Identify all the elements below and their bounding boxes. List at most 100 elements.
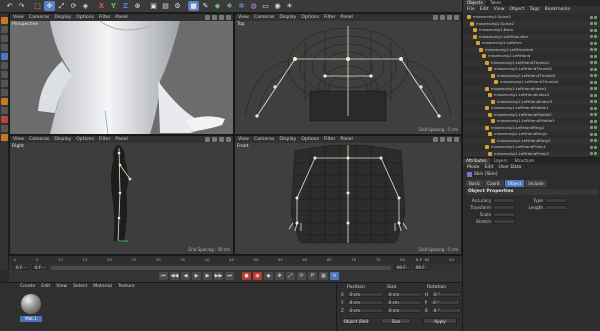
visibility-flags[interactable]: [590, 119, 597, 123]
position-field[interactable]: 0 cm: [346, 300, 383, 305]
pan-icon[interactable]: [433, 137, 438, 142]
tab-layers[interactable]: Layers: [491, 158, 511, 164]
menu-panel[interactable]: Panel: [340, 137, 352, 142]
orbit-icon[interactable]: [219, 15, 224, 20]
visibility-flags[interactable]: [590, 15, 597, 19]
render-view-icon[interactable]: ▤: [160, 1, 171, 11]
menu-panel[interactable]: Panel: [115, 15, 127, 20]
menu-display[interactable]: Display: [279, 137, 296, 142]
select-icon[interactable]: ⬚: [32, 1, 43, 11]
z-axis-icon[interactable]: Z: [120, 1, 131, 11]
maximize-icon[interactable]: [454, 15, 459, 20]
property-value-field[interactable]: [545, 205, 567, 210]
menu-create[interactable]: Create: [20, 284, 35, 289]
orbit-icon[interactable]: [447, 137, 452, 142]
play-icon[interactable]: ▶: [192, 272, 201, 280]
subdivision-icon[interactable]: ◆: [212, 1, 223, 11]
camera-icon[interactable]: ◉: [272, 1, 283, 11]
pan-icon[interactable]: [433, 15, 438, 20]
render-settings-icon[interactable]: ⚙: [172, 1, 183, 11]
prev-frame-icon[interactable]: ◀: [181, 272, 190, 280]
orbit-icon[interactable]: [219, 137, 224, 142]
property-value-field[interactable]: [545, 198, 567, 203]
property-value-field[interactable]: [493, 219, 515, 224]
model-icon[interactable]: ◈: [80, 1, 91, 11]
position-field[interactable]: 0 cm: [346, 292, 383, 297]
move-icon[interactable]: ✥: [44, 1, 55, 11]
menu-select[interactable]: Select: [73, 284, 87, 289]
paint-icon[interactable]: [0, 134, 8, 141]
visibility-flags[interactable]: [590, 126, 597, 130]
rotation-field[interactable]: 0 °: [430, 308, 461, 313]
subtab-object[interactable]: Object: [504, 180, 525, 187]
pan-icon[interactable]: [205, 15, 210, 20]
zoom-icon[interactable]: [440, 137, 445, 142]
zoom-icon[interactable]: [212, 137, 217, 142]
workplane-icon[interactable]: [0, 44, 8, 51]
menu-material[interactable]: Material: [93, 284, 112, 289]
menu-view[interactable]: View: [56, 284, 67, 289]
visibility-flags[interactable]: [590, 145, 597, 149]
menu-cameras[interactable]: Cameras: [254, 15, 274, 20]
menu-cameras[interactable]: Cameras: [29, 137, 49, 142]
make-editable-icon[interactable]: [0, 17, 8, 24]
tab-structure[interactable]: Structure: [512, 158, 537, 164]
record-icon[interactable]: ●: [242, 272, 251, 280]
points-mode-icon[interactable]: [0, 53, 8, 60]
pen-icon[interactable]: ✎: [200, 1, 211, 11]
go-to-start-icon[interactable]: ⏮: [159, 272, 168, 280]
visibility-flags[interactable]: [590, 74, 597, 78]
y-axis-icon[interactable]: Y: [108, 1, 119, 11]
go-to-end-icon[interactable]: ⏭: [225, 272, 234, 280]
subtab-basic[interactable]: Basic: [466, 180, 484, 187]
visibility-flags[interactable]: [590, 41, 597, 45]
visibility-flags[interactable]: [590, 54, 597, 58]
solo-icon[interactable]: [0, 116, 8, 123]
menu-edit[interactable]: Edit: [485, 165, 494, 170]
material-preview[interactable]: [21, 294, 41, 314]
cube-icon[interactable]: ■: [188, 1, 199, 11]
apply-button[interactable]: Apply: [423, 318, 457, 324]
visibility-flags[interactable]: [590, 100, 597, 104]
menu-cameras[interactable]: Cameras: [29, 15, 49, 20]
render-icon[interactable]: ▣: [148, 1, 159, 11]
menu-cameras[interactable]: Cameras: [254, 137, 274, 142]
menu-edit[interactable]: Edit: [480, 7, 489, 12]
coord-mode-select[interactable]: Object (Rel): [341, 318, 371, 324]
size-mode-select[interactable]: Size: [381, 318, 411, 324]
visibility-flags[interactable]: [590, 139, 597, 143]
rotate-icon[interactable]: ⟳: [68, 1, 79, 11]
size-field[interactable]: 0 cm: [385, 308, 422, 313]
orbit-icon[interactable]: [447, 15, 452, 20]
model-mode-icon[interactable]: [0, 26, 8, 33]
position-key-icon[interactable]: ✥: [275, 272, 284, 280]
rotation-field[interactable]: 0 °: [430, 300, 461, 305]
menu-texture[interactable]: Texture: [118, 284, 135, 289]
autokey-icon[interactable]: ◉: [253, 272, 262, 280]
menu-filter[interactable]: Filter: [99, 15, 110, 20]
pla-key-icon[interactable]: ▦: [319, 272, 328, 280]
visibility-flags[interactable]: [590, 93, 597, 97]
preview-range-slider[interactable]: [51, 265, 391, 270]
menu-options[interactable]: Options: [301, 137, 319, 142]
timeline-icon[interactable]: ≡: [330, 272, 339, 280]
viewport-perspective[interactable]: View Cameras Display Options Filter Pane…: [9, 13, 234, 135]
x-axis-icon[interactable]: X: [96, 1, 107, 11]
menu-view[interactable]: View: [13, 15, 24, 20]
undo-icon[interactable]: ↶: [4, 1, 15, 11]
tab-takes[interactable]: Takes: [487, 0, 504, 6]
menu-tags[interactable]: Tags: [529, 7, 539, 12]
menu-display[interactable]: Display: [279, 15, 296, 20]
menu-view[interactable]: View: [494, 7, 505, 12]
material-name[interactable]: Mat.1: [20, 316, 42, 322]
size-field[interactable]: 0 cm: [385, 292, 422, 297]
next-key-icon[interactable]: ▶▶: [214, 272, 223, 280]
visibility-flags[interactable]: [590, 28, 597, 32]
visibility-flags[interactable]: [590, 61, 597, 65]
maximize-icon[interactable]: [226, 137, 231, 142]
visibility-flags[interactable]: [590, 35, 597, 39]
menu-view[interactable]: View: [13, 137, 24, 142]
next-frame-icon[interactable]: ▶: [203, 272, 212, 280]
tab-objects[interactable]: Objects: [464, 0, 486, 6]
rotation-field[interactable]: 0 °: [431, 292, 462, 297]
